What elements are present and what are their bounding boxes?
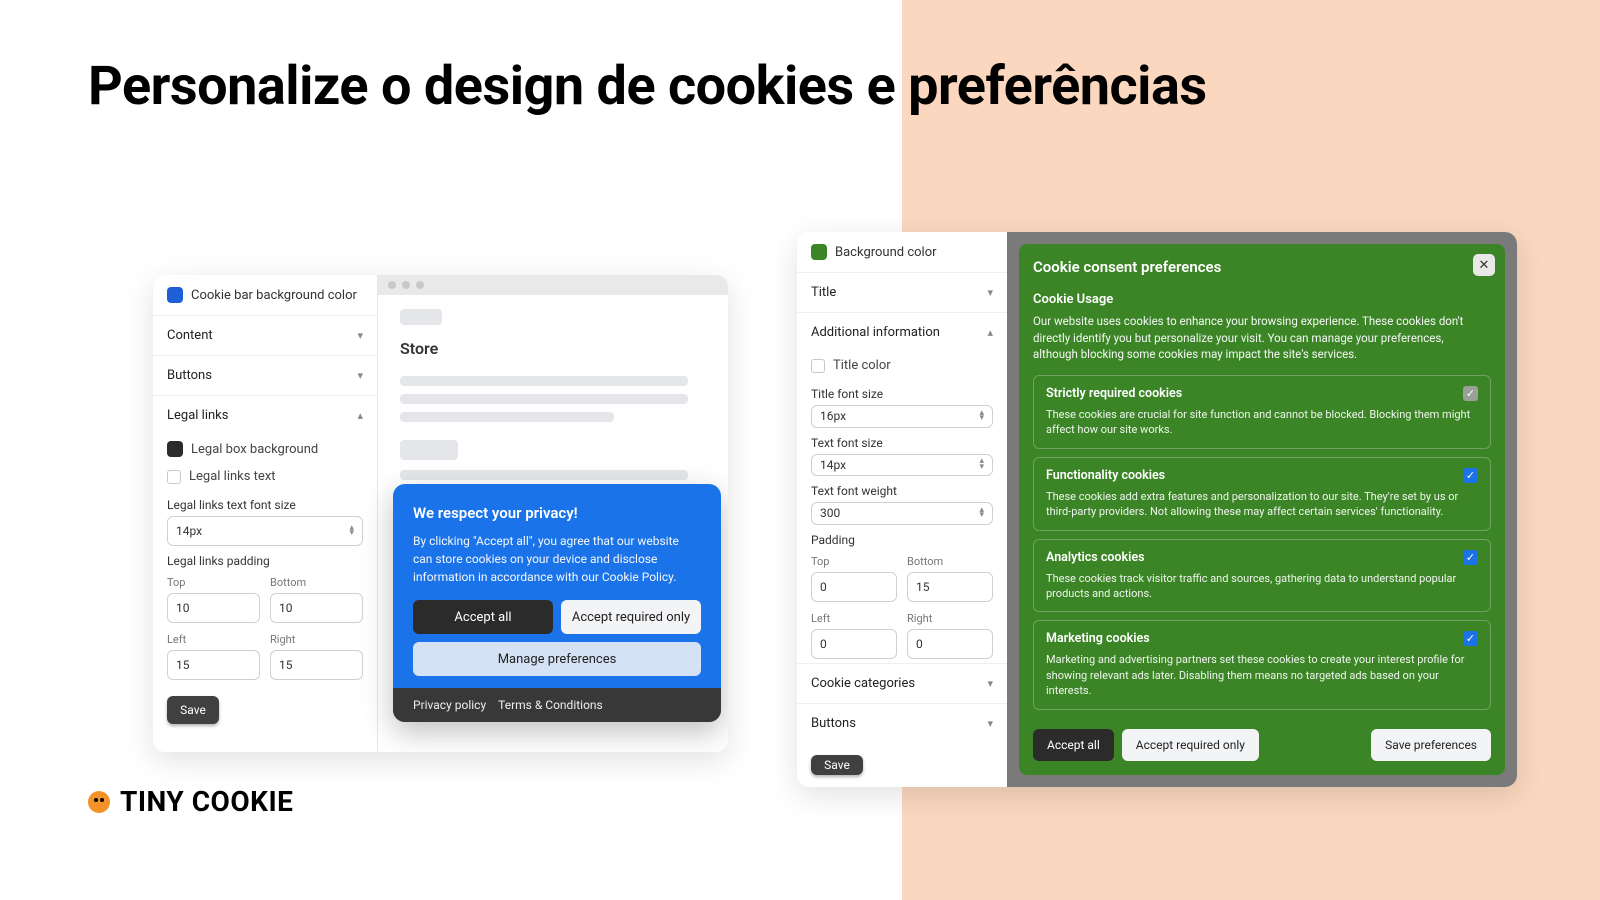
- privacy-link[interactable]: Privacy policy: [413, 698, 486, 712]
- pad-left-input[interactable]: 0: [811, 629, 897, 659]
- section-title[interactable]: Title▾: [797, 272, 1007, 312]
- chevron-up-icon: ▴: [357, 409, 363, 422]
- pad-top-input[interactable]: 10: [167, 593, 260, 623]
- stepper-icon: ▴▾: [979, 411, 984, 422]
- toggle-checkbox[interactable]: ✓: [1463, 631, 1478, 646]
- save-button[interactable]: Save: [167, 696, 219, 724]
- prefs-sidebar: Background color Title▾ Additional infor…: [797, 232, 1007, 787]
- accept-required-button[interactable]: Accept required only: [561, 600, 701, 634]
- window-header: [378, 275, 728, 295]
- section-additional-info[interactable]: Additional information▴: [797, 312, 1007, 352]
- cookie-icon: [88, 791, 110, 813]
- manage-preferences-button[interactable]: Manage preferences: [413, 642, 701, 676]
- preferences-modal: ✕ Cookie consent preferences Cookie Usag…: [1019, 244, 1505, 775]
- banner-title: We respect your privacy!: [413, 504, 701, 522]
- category-marketing: Marketing cookies✓ Marketing and adverti…: [1033, 620, 1491, 709]
- cookie-banner: We respect your privacy! By clicking "Ac…: [393, 484, 721, 722]
- terms-link[interactable]: Terms & Conditions: [498, 698, 603, 712]
- store-heading: Store: [400, 339, 706, 358]
- stepper-icon: ▴▾: [349, 526, 354, 537]
- legal-box-bg-row[interactable]: Legal box background: [153, 435, 377, 463]
- pad-right-input[interactable]: 0: [907, 629, 993, 659]
- title-color-row[interactable]: Title color: [797, 352, 1007, 379]
- bg-color-row[interactable]: Background color: [797, 232, 1007, 272]
- close-button[interactable]: ✕: [1473, 254, 1495, 276]
- pad-left-input[interactable]: 15: [167, 650, 260, 680]
- padding-label: Legal links padding: [153, 546, 377, 572]
- title-font-size-select[interactable]: 16px▴▾: [811, 405, 993, 428]
- checkbox[interactable]: [167, 470, 181, 484]
- legal-font-size-select[interactable]: 14px ▴▾: [167, 516, 363, 546]
- usage-text: Our website uses cookies to enhance your…: [1033, 313, 1491, 363]
- chevron-down-icon: ▾: [357, 329, 363, 342]
- legal-links-text-row[interactable]: Legal links text: [153, 463, 377, 490]
- text-font-weight-select[interactable]: 300▴▾: [811, 502, 993, 525]
- bg-color-row[interactable]: Cookie bar background color: [153, 275, 377, 315]
- chevron-up-icon: ▴: [987, 326, 993, 339]
- modal-title: Cookie consent preferences: [1033, 258, 1491, 276]
- page-headline: Personalize o design de cookies e prefer…: [88, 56, 1207, 118]
- section-legal-links[interactable]: Legal links ▴: [153, 395, 377, 435]
- preferences-preview: ✕ Cookie consent preferences Cookie Usag…: [1007, 232, 1517, 787]
- toggle-checkbox[interactable]: ✓: [1463, 550, 1478, 565]
- checkbox[interactable]: [811, 359, 825, 373]
- color-swatch: [167, 287, 183, 303]
- bg-color-label: Cookie bar background color: [191, 288, 357, 303]
- chevron-down-icon: ▾: [987, 286, 993, 299]
- accept-required-button[interactable]: Accept required only: [1122, 729, 1259, 761]
- section-buttons[interactable]: Buttons ▾: [153, 355, 377, 395]
- editor-sidebar: Cookie bar background color Content ▾ Bu…: [153, 275, 378, 752]
- preferences-editor: Background color Title▾ Additional infor…: [797, 232, 1517, 787]
- preview-pane: Store We respect your privacy! By clicki…: [378, 275, 728, 752]
- accept-all-button[interactable]: Accept all: [1033, 729, 1114, 761]
- section-cookie-categories[interactable]: Cookie categories▾: [797, 663, 1007, 703]
- stepper-icon: ▴▾: [979, 508, 984, 519]
- usage-heading: Cookie Usage: [1033, 292, 1491, 307]
- chevron-down-icon: ▾: [987, 717, 993, 730]
- category-functionality: Functionality cookies✓ These cookies add…: [1033, 457, 1491, 531]
- color-swatch: [167, 441, 183, 457]
- chevron-down-icon: ▾: [357, 369, 363, 382]
- cookie-bar-editor: Cookie bar background color Content ▾ Bu…: [153, 275, 728, 752]
- section-buttons[interactable]: Buttons▾: [797, 703, 1007, 743]
- stepper-icon: ▴▾: [979, 459, 984, 470]
- brand-logo: TINY COOKIE: [88, 785, 293, 818]
- category-analytics: Analytics cookies✓ These cookies track v…: [1033, 539, 1491, 613]
- brand-name: TINY COOKIE: [120, 785, 293, 818]
- accept-all-button[interactable]: Accept all: [413, 600, 553, 634]
- legal-links-bar: Privacy policy Terms & Conditions: [393, 688, 721, 722]
- save-button[interactable]: Save: [811, 755, 863, 776]
- category-strictly-required: Strictly required cookies✓ These cookies…: [1033, 375, 1491, 449]
- chevron-down-icon: ▾: [987, 677, 993, 690]
- pad-right-input[interactable]: 15: [270, 650, 363, 680]
- toggle-locked: ✓: [1463, 386, 1478, 401]
- section-content[interactable]: Content ▾: [153, 315, 377, 355]
- color-swatch: [811, 244, 827, 260]
- toggle-checkbox[interactable]: ✓: [1463, 468, 1478, 483]
- banner-text: By clicking "Accept all", you agree that…: [413, 532, 701, 586]
- font-size-label: Legal links text font size: [153, 490, 377, 516]
- save-preferences-button[interactable]: Save preferences: [1371, 729, 1491, 761]
- pad-top-input[interactable]: 0: [811, 572, 897, 602]
- pad-bottom-input[interactable]: 10: [270, 593, 363, 623]
- text-font-size-select[interactable]: 14px▴▾: [811, 454, 993, 477]
- pad-bottom-input[interactable]: 15: [907, 572, 993, 602]
